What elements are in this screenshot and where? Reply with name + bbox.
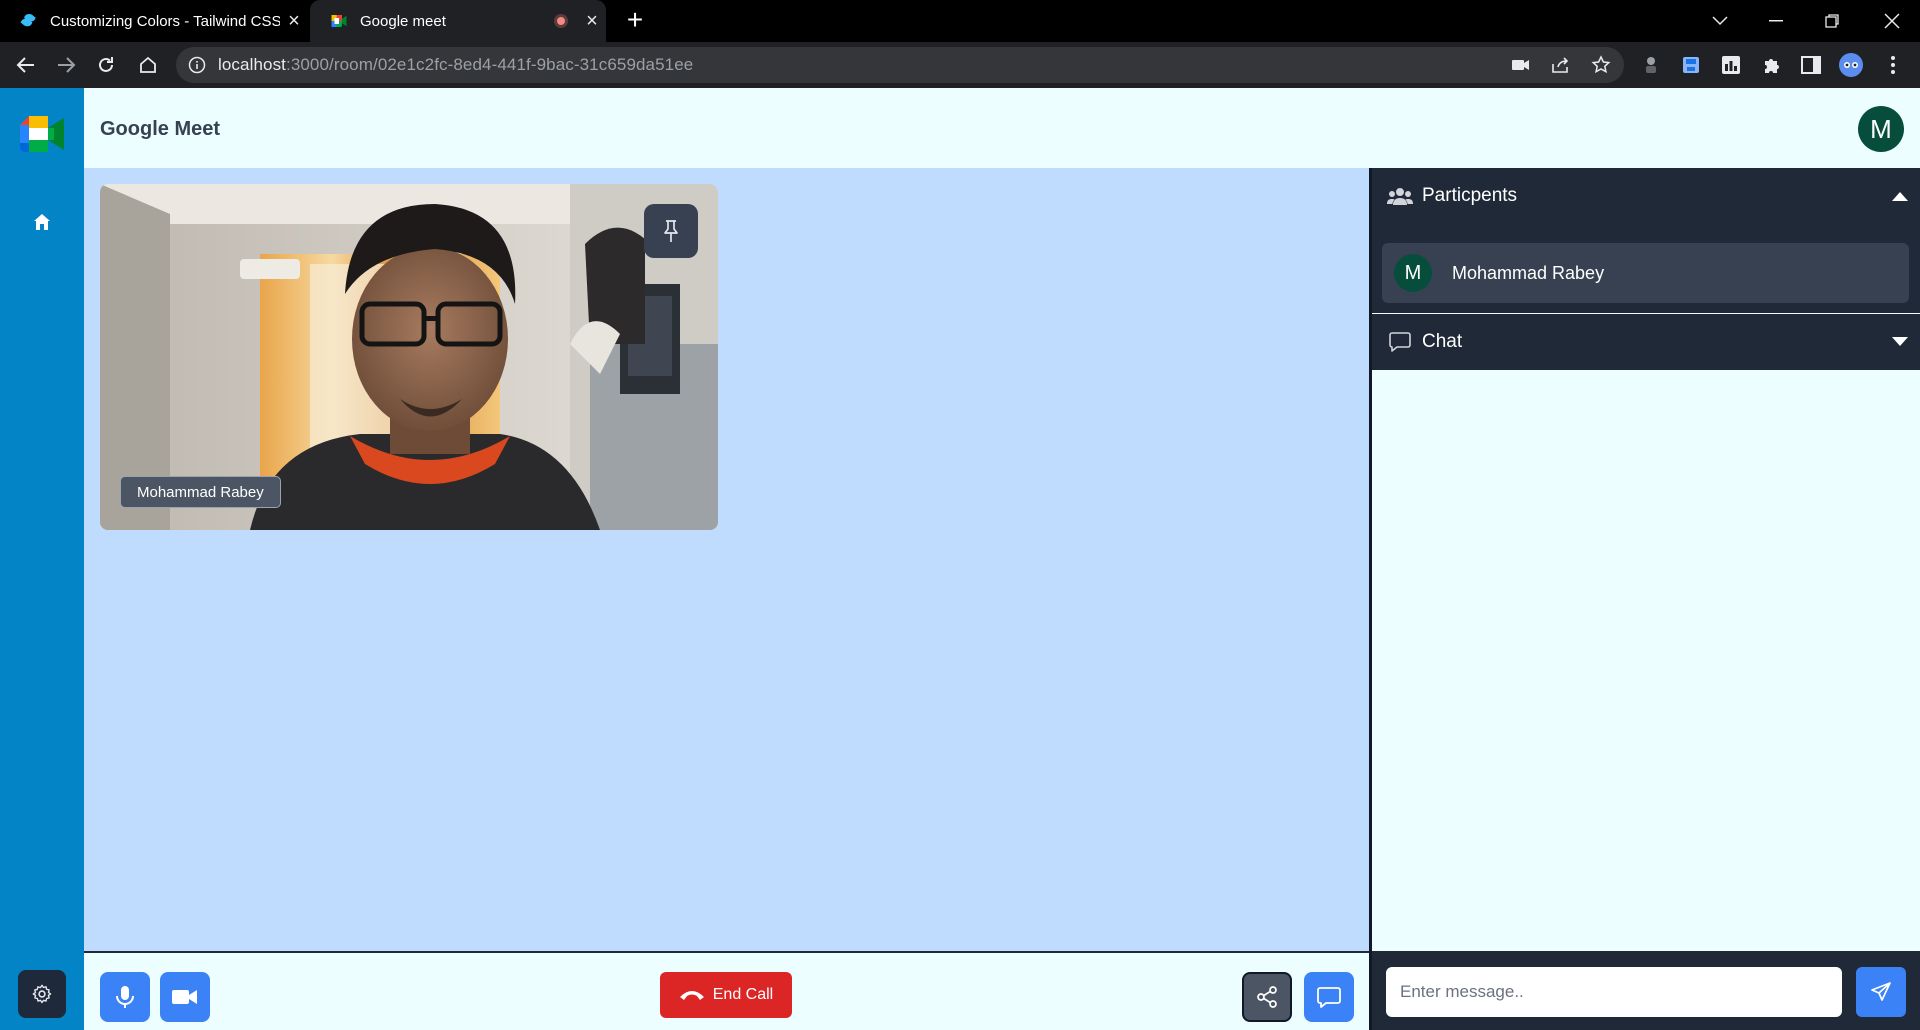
forward-button[interactable] bbox=[52, 51, 80, 79]
send-message-button[interactable] bbox=[1856, 967, 1906, 1017]
close-tab-icon[interactable]: × bbox=[280, 10, 308, 33]
bookmark-star-icon[interactable] bbox=[1588, 52, 1614, 78]
chat-label: Chat bbox=[1422, 331, 1463, 352]
camera-button[interactable] bbox=[160, 972, 210, 1022]
tab-tailwind[interactable]: Customizing Colors - Tailwind CSS × bbox=[0, 0, 308, 42]
chat-message-input[interactable] bbox=[1386, 967, 1842, 1017]
users-icon bbox=[1386, 184, 1414, 208]
microphone-icon bbox=[116, 986, 134, 1008]
chat-bubble-icon bbox=[1317, 987, 1341, 1008]
chat-header[interactable]: Chat bbox=[1372, 314, 1920, 370]
close-tab-icon[interactable]: × bbox=[578, 10, 606, 33]
sidebar bbox=[0, 88, 84, 1030]
tab-title: Google meet bbox=[360, 12, 446, 30]
settings-button[interactable] bbox=[18, 970, 66, 1018]
share-icon bbox=[1257, 986, 1277, 1008]
meet-app: Google Meet M Mohammad Rabey End Call Pa… bbox=[0, 88, 1920, 1030]
back-button[interactable] bbox=[12, 51, 40, 79]
google-meet-icon bbox=[331, 15, 347, 27]
gear-icon bbox=[32, 984, 52, 1004]
tailwind-icon bbox=[20, 14, 36, 27]
participants-header[interactable]: Particpents bbox=[1372, 168, 1920, 224]
chat-input-bar bbox=[1372, 951, 1920, 1030]
extension-puzzle-glass-icon[interactable] bbox=[1638, 52, 1664, 78]
participants-label: Particpents bbox=[1422, 185, 1518, 206]
address-bar[interactable]: localhost:3000/room/02e1c2fc-8ed4-441f-9… bbox=[176, 47, 1624, 83]
video-stage: Mohammad Rabey bbox=[84, 168, 1369, 951]
chat-icon bbox=[1386, 330, 1414, 354]
participant-name-tag: Mohammad Rabey bbox=[120, 476, 281, 508]
participant-avatar: M bbox=[1394, 254, 1432, 292]
share-page-icon[interactable] bbox=[1548, 52, 1574, 78]
side-panel: Particpents M Mohammad Rabey Chat bbox=[1372, 168, 1920, 950]
tab-search-icon[interactable] bbox=[1692, 0, 1748, 42]
call-controls-bar: End Call bbox=[84, 951, 1369, 1030]
app-header: Google Meet M bbox=[84, 88, 1920, 168]
pin-icon bbox=[664, 220, 678, 242]
caret-up-icon[interactable] bbox=[1880, 191, 1920, 201]
chat-section-header: Chat bbox=[1372, 314, 1920, 370]
tab-title: Customizing Colors - Tailwind CSS bbox=[50, 12, 280, 30]
recording-icon bbox=[554, 14, 568, 28]
chat-toggle-button[interactable] bbox=[1304, 972, 1354, 1022]
profile-avatar-icon[interactable] bbox=[1838, 52, 1864, 78]
camera-in-use-icon[interactable] bbox=[1508, 52, 1534, 78]
browser-toolbar: localhost:3000/room/02e1c2fc-8ed4-441f-9… bbox=[0, 42, 1920, 88]
url-text: localhost:3000/room/02e1c2fc-8ed4-441f-9… bbox=[218, 55, 694, 74]
participant-video-tile[interactable]: Mohammad Rabey bbox=[100, 184, 718, 530]
video-camera-icon bbox=[172, 990, 197, 1004]
share-button[interactable] bbox=[1242, 972, 1292, 1022]
google-meet-logo bbox=[20, 116, 64, 152]
user-avatar[interactable]: M bbox=[1858, 106, 1904, 152]
chrome-menu-icon[interactable] bbox=[1880, 52, 1906, 78]
caret-down-icon[interactable] bbox=[1880, 337, 1920, 347]
extension-save-icon[interactable] bbox=[1678, 52, 1704, 78]
close-window-button[interactable] bbox=[1864, 0, 1920, 42]
hang-up-icon bbox=[679, 991, 704, 1000]
reload-button[interactable] bbox=[92, 51, 120, 79]
restore-button[interactable] bbox=[1804, 0, 1860, 42]
pin-button[interactable] bbox=[644, 204, 698, 258]
app-title: Google Meet bbox=[100, 118, 221, 140]
side-panel-icon[interactable] bbox=[1798, 52, 1824, 78]
end-call-label: End Call bbox=[712, 986, 774, 1003]
home-browser-button[interactable] bbox=[134, 51, 162, 79]
participants-section: Particpents M Mohammad Rabey bbox=[1372, 168, 1920, 313]
microphone-button[interactable] bbox=[100, 972, 150, 1022]
extension-chart-icon[interactable] bbox=[1718, 52, 1744, 78]
minimize-button[interactable] bbox=[1748, 0, 1804, 42]
tab-google-meet[interactable]: Google meet × bbox=[310, 0, 606, 42]
home-button[interactable] bbox=[28, 208, 56, 236]
info-icon[interactable] bbox=[188, 56, 206, 74]
home-icon bbox=[34, 214, 50, 230]
new-tab-button[interactable]: + bbox=[620, 6, 650, 36]
extensions-puzzle-icon[interactable] bbox=[1758, 52, 1784, 78]
send-icon bbox=[1871, 982, 1891, 1001]
end-call-button[interactable]: End Call bbox=[660, 972, 792, 1018]
browser-tab-bar: Customizing Colors - Tailwind CSS × Goog… bbox=[0, 0, 1920, 42]
participant-list-item[interactable]: M Mohammad Rabey bbox=[1382, 243, 1909, 303]
participant-name: Mohammad Rabey bbox=[1452, 262, 1605, 283]
